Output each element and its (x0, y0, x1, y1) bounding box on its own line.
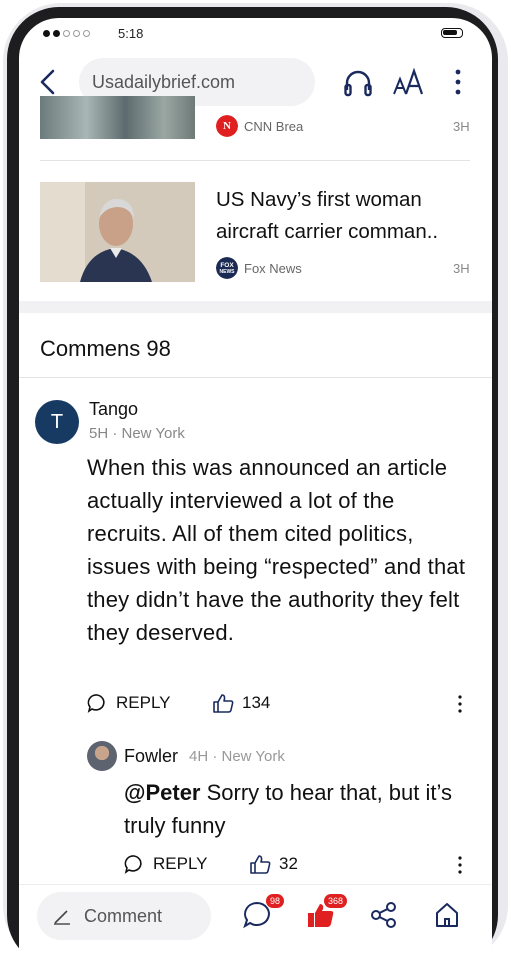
more-vertical-icon[interactable] (457, 855, 463, 875)
share-icon[interactable] (369, 900, 399, 930)
comment-placeholder: Comment (84, 906, 163, 926)
comment-input[interactable]: Comment (37, 892, 211, 940)
back-arrow-icon[interactable] (37, 68, 59, 96)
mention[interactable]: @Peter (124, 780, 200, 805)
like-button[interactable]: 134 (212, 693, 270, 713)
news-thumbnail[interactable] (40, 96, 195, 139)
bottom-bar: Comment 98 368 (19, 884, 492, 968)
reply-meta: 4H · New York (189, 748, 285, 765)
status-bar: 5:18 (19, 18, 492, 54)
battery-icon (441, 28, 463, 38)
news-source: Fox News (244, 261, 302, 276)
divider (40, 160, 470, 161)
status-time: 5:18 (118, 26, 144, 41)
reply-author[interactable]: Fowler (124, 746, 178, 767)
speech-bubble-icon (124, 855, 142, 874)
comment-author[interactable]: Tango (89, 399, 138, 420)
like-button[interactable]: 32 (249, 854, 298, 874)
cnn-logo-icon: N (216, 115, 238, 137)
speech-bubble-icon (87, 694, 105, 713)
news-source: CNN Brea (244, 119, 304, 134)
reply-label: REPLY (153, 854, 208, 873)
avatar[interactable]: T (35, 400, 79, 444)
signal-dots-icon (43, 30, 90, 37)
headphones-icon[interactable] (343, 68, 373, 98)
portrait-image (40, 182, 195, 282)
svg-text:N: N (223, 120, 231, 132)
reply-label: REPLY (116, 693, 171, 712)
news-headline[interactable]: US Navy’s first woman aircraft carrier c… (216, 184, 478, 248)
like-count: 32 (279, 854, 298, 873)
section-gap (19, 301, 492, 313)
divider (19, 377, 492, 378)
pen-icon (54, 910, 70, 925)
screen: 5:18 Usadailybrief.com N CNN Brea 3H US … (19, 18, 492, 968)
reply-button[interactable]: REPLY (124, 854, 208, 874)
comment-text: When this was announced an article actua… (87, 455, 466, 645)
thumbs-up-icon (250, 855, 271, 874)
font-size-icon[interactable] (392, 67, 426, 97)
home-icon[interactable] (432, 900, 462, 930)
svg-text:NEWS: NEWS (220, 269, 236, 275)
more-vertical-icon[interactable] (448, 68, 468, 96)
likes-badge: 368 (323, 893, 349, 909)
thumbs-up-icon (213, 694, 234, 713)
news-age: 3H (453, 119, 470, 134)
comments-header: Commens 98 (40, 336, 171, 361)
comment-meta: 5H · New York (89, 425, 185, 442)
more-vertical-icon[interactable] (457, 694, 463, 714)
like-count: 134 (242, 693, 271, 712)
svg-text:FOX: FOX (220, 262, 234, 269)
fox-news-logo-icon: FOX NEWS (216, 257, 238, 279)
news-thumbnail[interactable] (40, 182, 195, 282)
comments-badge: 98 (265, 893, 286, 909)
reply-text: @Peter Sorry to hear that, but it’s trul… (124, 776, 484, 842)
reply-button[interactable]: REPLY (87, 693, 171, 713)
avatar[interactable] (87, 741, 117, 771)
news-age: 3H (453, 261, 470, 276)
